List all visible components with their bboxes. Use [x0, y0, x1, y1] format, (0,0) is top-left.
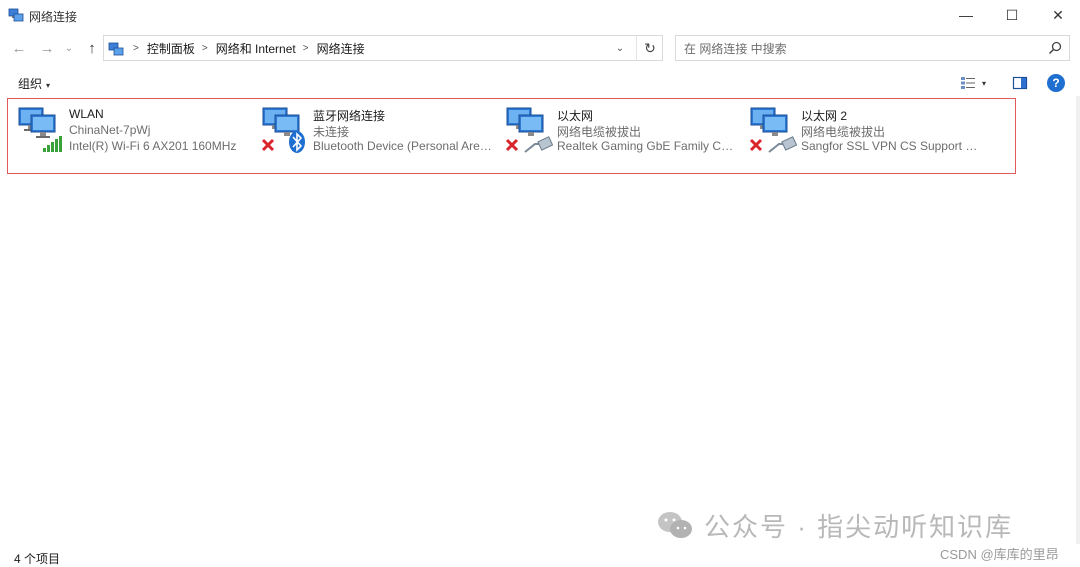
arrow-up-icon: ↑ — [88, 39, 96, 57]
window-title: 网络连接 — [29, 10, 78, 24]
help-icon: ? — [1052, 76, 1060, 90]
connection-device: Bluetooth Device (Personal Area Network) — [313, 139, 495, 153]
close-button[interactable]: ✕ — [1035, 0, 1080, 30]
breadcrumb-network-internet[interactable]: 网络和 Internet — [216, 40, 296, 57]
network-computer-icon — [749, 107, 797, 153]
bluetooth-icon — [289, 131, 305, 153]
caret-down-icon: ▾ — [982, 78, 987, 88]
address-bar[interactable]: > 控制面板 > 网络和 Internet > 网络连接 ⌄ ↻ — [103, 35, 663, 61]
help-button[interactable]: ? — [1047, 74, 1065, 92]
ethernet-cable-icon — [524, 136, 553, 153]
command-bar: 组织 ▾ ▾ ? — [0, 70, 1080, 96]
search-box[interactable] — [675, 35, 1070, 61]
network-computer-icon — [261, 107, 305, 153]
connection-item-bluetooth[interactable]: 蓝牙网络连接 未连接 Bluetooth Device (Personal Ar… — [261, 106, 497, 162]
connection-item-ethernet-2[interactable]: 以太网 2 网络电缆被拔出 Sangfor SSL VPN CS Support… — [749, 106, 985, 162]
title-bar: 网络连接 — ☐ ✕ — [0, 0, 1080, 30]
connection-device: Realtek Gaming GbE Family Controller — [557, 139, 739, 153]
chevron-right-icon[interactable]: > — [133, 43, 139, 54]
connection-device: Sangfor SSL VPN CS Support System — [801, 139, 983, 153]
control-panel-icon — [108, 42, 124, 56]
wifi-network-icon — [18, 107, 62, 152]
watermark-credit: CSDN @库库的里昂 — [940, 547, 1059, 562]
signal-bars-icon — [43, 136, 62, 152]
close-icon: ✕ — [1052, 6, 1064, 23]
chevron-down-icon: ⌄ — [615, 42, 625, 54]
connections-list: WLAN ChinaNet-7pWj Intel(R) Wi-Fi 6 AX20… — [0, 98, 1076, 542]
refresh-icon: ↻ — [644, 39, 656, 56]
connection-status: 网络电缆被拔出 — [557, 125, 642, 139]
chevron-right-icon[interactable]: > — [303, 43, 309, 54]
chevron-right-icon[interactable]: > — [202, 43, 208, 54]
ethernet-cable-icon — [768, 136, 797, 153]
item-count: 4 个项目 — [14, 552, 61, 566]
connection-item-ethernet[interactable]: 以太网 网络电缆被拔出 Realtek Gaming GbE Family Co… — [505, 106, 741, 162]
forward-button[interactable]: → — [35, 36, 59, 60]
organize-menu-button[interactable]: 组织 ▾ — [18, 75, 50, 92]
minimize-icon: — — [959, 7, 973, 23]
connection-item-wlan[interactable]: WLAN ChinaNet-7pWj Intel(R) Wi-Fi 6 AX20… — [17, 106, 253, 162]
caret-down-icon: ▾ — [46, 81, 51, 90]
disconnected-x-icon — [749, 138, 763, 152]
arrow-right-icon: → — [39, 39, 55, 57]
recent-locations-button[interactable]: ⌄ — [60, 36, 78, 60]
navigation-bar: ← → ⌄ ↑ > 控制面板 > 网络和 Internet > 网络连接 ⌄ ↻ — [0, 33, 1080, 63]
network-connections-app-icon — [8, 8, 24, 22]
connection-status: 网络电缆被拔出 — [801, 125, 886, 139]
breadcrumb-network-connections[interactable]: 网络连接 — [317, 40, 365, 57]
refresh-button[interactable]: ↻ — [636, 36, 663, 60]
organize-label: 组织 — [18, 77, 43, 91]
watermark-text: 公众号 · 指尖动听知识库 — [704, 511, 1014, 542]
arrow-left-icon: ← — [11, 39, 27, 57]
breadcrumb: > 控制面板 > 网络和 Internet > 网络连接 — [126, 36, 365, 60]
watermark: 公众号 · 指尖动听知识库 — [656, 505, 1013, 545]
connection-name: 以太网 — [557, 109, 594, 123]
connection-device: Intel(R) Wi-Fi 6 AX201 160MHz — [69, 139, 237, 153]
disconnected-x-icon — [505, 138, 519, 152]
search-input[interactable] — [682, 39, 1046, 59]
search-icon[interactable] — [1047, 40, 1063, 56]
up-button[interactable]: ↑ — [80, 36, 104, 60]
maximize-icon: ☐ — [1005, 6, 1019, 23]
maximize-button[interactable]: ☐ — [989, 0, 1035, 30]
change-view-button[interactable]: ▾ — [960, 74, 996, 92]
address-dropdown-button[interactable]: ⌄ — [608, 36, 632, 60]
disconnected-x-icon — [261, 138, 275, 152]
connection-name: WLAN — [69, 107, 104, 121]
connection-name: 以太网 2 — [801, 109, 848, 123]
minimize-button[interactable]: — — [943, 0, 989, 30]
connection-status: 未连接 — [313, 125, 350, 139]
wechat-icon — [658, 512, 692, 538]
details-view-icon — [961, 77, 975, 89]
status-bar: 4 个项目 — [0, 544, 1080, 567]
preview-pane-icon[interactable] — [1012, 75, 1028, 91]
connection-name: 蓝牙网络连接 — [313, 109, 386, 123]
vertical-scrollbar[interactable] — [1076, 96, 1080, 544]
connection-status: ChinaNet-7pWj — [69, 123, 151, 137]
back-button[interactable]: ← — [7, 36, 31, 60]
breadcrumb-control-panel[interactable]: 控制面板 — [147, 40, 195, 57]
network-computer-icon — [505, 107, 553, 153]
chevron-down-icon: ⌄ — [64, 42, 74, 54]
